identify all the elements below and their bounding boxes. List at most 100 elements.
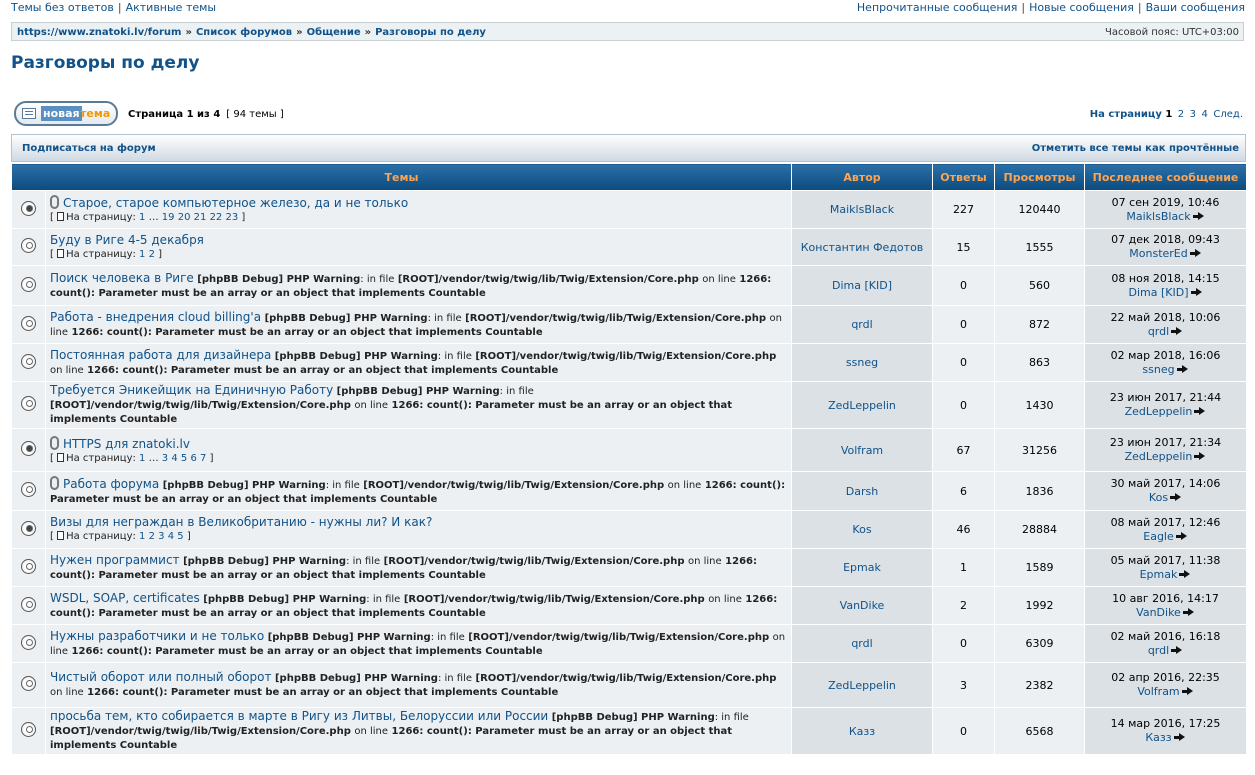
- breadcrumb-current[interactable]: Разговоры по делу: [375, 27, 486, 38]
- last-post-author-link[interactable]: qrdl: [1148, 325, 1169, 338]
- goto-last-post-icon[interactable]: [1182, 607, 1195, 617]
- topic-title-link[interactable]: Работа форума: [63, 477, 159, 491]
- topic-page-link[interactable]: 19: [162, 212, 175, 223]
- author-link[interactable]: Dima [KID]: [832, 279, 892, 292]
- last-post-author-link[interactable]: ZedLeppelin: [1125, 450, 1193, 463]
- mark-all-read-link[interactable]: Отметить все темы как прочтённые: [1032, 143, 1239, 154]
- author-link[interactable]: Epmak: [843, 561, 881, 574]
- goto-last-post-icon[interactable]: [1181, 687, 1194, 696]
- last-post-author-link[interactable]: VanDike: [1136, 606, 1181, 619]
- last-post-author-link[interactable]: Epmak: [1140, 568, 1178, 581]
- author-link[interactable]: ZedLeppelin: [828, 399, 896, 412]
- last-post-author-link[interactable]: Volfram: [1137, 685, 1179, 698]
- author-link[interactable]: Darsh: [846, 485, 878, 498]
- breadcrumb-forum-list[interactable]: Список форумов: [196, 27, 292, 38]
- unread-posts-link[interactable]: Непрочитанные сообщения: [857, 1, 1017, 14]
- new-posts-link[interactable]: Новые сообщения: [1029, 1, 1134, 14]
- topic-page-link[interactable]: 1: [139, 249, 145, 260]
- pagination-label[interactable]: На страницу: [1090, 109, 1162, 120]
- goto-last-post-icon[interactable]: [1173, 733, 1186, 742]
- topic-title-link[interactable]: просьба тем, кто собирается в марте в Ри…: [50, 709, 548, 723]
- topic-page-link[interactable]: 22: [210, 212, 223, 223]
- topic-page-link[interactable]: 1: [139, 453, 145, 464]
- topic-page-link[interactable]: 23: [225, 212, 238, 223]
- topic-title-link[interactable]: Визы для неграждан в Великобританию - ну…: [50, 515, 432, 529]
- last-post-author-link[interactable]: ZedLeppelin: [1125, 405, 1193, 418]
- topic-title-link[interactable]: Постоянная работа для дизайнера: [50, 348, 271, 362]
- author-link[interactable]: qrdl: [851, 637, 872, 650]
- author-link[interactable]: ssneg: [846, 356, 878, 369]
- goto-last-post-icon[interactable]: [1194, 452, 1206, 461]
- topic-title-link[interactable]: Требуется Эникейщик на Единичную Работу: [50, 383, 333, 397]
- topic-page-link[interactable]: 2: [149, 249, 155, 260]
- last-post-author-link[interactable]: Kos: [1149, 491, 1168, 504]
- last-post-author-link[interactable]: ssneg: [1142, 363, 1174, 376]
- topic-page-link[interactable]: 3: [158, 531, 164, 542]
- author-link[interactable]: Константин Федотов: [801, 241, 924, 254]
- topic-title-link[interactable]: Нужны разработчики и не только: [50, 629, 264, 643]
- goto-last-post-icon[interactable]: [1170, 493, 1182, 502]
- topic-page-link[interactable]: 2: [149, 531, 155, 542]
- new-topic-button[interactable]: новая тема: [14, 101, 118, 126]
- topic-title-link[interactable]: Поиск человека в Риге: [50, 271, 194, 285]
- topic-page-link[interactable]: 5: [177, 531, 183, 542]
- topic-title-link[interactable]: Буду в Риге 4-5 декабря: [50, 233, 204, 247]
- topic-page-link[interactable]: 1: [139, 531, 145, 542]
- goto-last-post-icon[interactable]: [1171, 645, 1183, 655]
- author-link[interactable]: VanDike: [840, 599, 885, 612]
- topic-pagination: [ На страницу: 1 2 3 4 5 ]: [50, 531, 191, 542]
- pagination-page-4[interactable]: 4: [1200, 109, 1208, 120]
- topic-page-link[interactable]: 1: [139, 212, 145, 223]
- goto-last-post-icon[interactable]: [1175, 531, 1188, 541]
- goto-last-post-icon[interactable]: [1189, 249, 1202, 258]
- topic-title-link[interactable]: WSDL, SOAP, certificates: [50, 591, 200, 605]
- author-link[interactable]: Kos: [852, 523, 871, 536]
- goto-last-post-icon[interactable]: [1176, 364, 1189, 374]
- last-post-author-link[interactable]: Dima [KID]: [1129, 286, 1189, 299]
- topic-page-link[interactable]: 20: [178, 212, 191, 223]
- last-post-author-link[interactable]: qrdl: [1148, 644, 1169, 657]
- author-link[interactable]: MaiklsBlack: [830, 203, 894, 216]
- topic-title-link[interactable]: HTTPS для znatoki.lv: [63, 437, 190, 451]
- topics-table: Темы Автор Ответы Просмотры Последнее со…: [11, 163, 1247, 755]
- goto-last-post-icon[interactable]: [1192, 211, 1205, 221]
- goto-last-post-icon[interactable]: [1179, 569, 1191, 579]
- last-post-author-link[interactable]: Eagle: [1143, 530, 1174, 543]
- pagination-page-3[interactable]: 3: [1188, 109, 1196, 120]
- topic-title-link[interactable]: Старое, старое компьютерное железо, да и…: [63, 196, 408, 210]
- author-link[interactable]: Казз: [849, 725, 875, 738]
- last-post-author-link[interactable]: Казз: [1145, 731, 1171, 744]
- subscribe-forum-link[interactable]: Подписаться на форум: [22, 143, 156, 154]
- new-topic-icon: [22, 108, 36, 119]
- goto-last-post-icon[interactable]: [1194, 407, 1206, 416]
- topic-title-link[interactable]: Работа - внедрения cloud billing'а: [50, 310, 261, 324]
- replies-cell: 0: [932, 381, 995, 429]
- pagination-page-2[interactable]: 2: [1176, 109, 1184, 120]
- topic-title-link[interactable]: Нужен программист: [50, 553, 180, 567]
- topic-page-link[interactable]: 4: [168, 531, 174, 542]
- goto-last-post-icon[interactable]: [1171, 326, 1183, 336]
- views-cell: 6568: [994, 707, 1085, 755]
- last-post-cell: 08 май 2017, 12:46 Eagle: [1084, 510, 1247, 549]
- breadcrumb-site[interactable]: https://www.znatoki.lv/forum: [17, 27, 181, 38]
- pagination-next[interactable]: След.: [1211, 109, 1243, 120]
- unanswered-topics-link[interactable]: Темы без ответов: [11, 1, 114, 14]
- author-link[interactable]: qrdl: [851, 318, 872, 331]
- topic-page-link[interactable]: 5: [181, 453, 187, 464]
- breadcrumb-general[interactable]: Общение: [307, 27, 361, 38]
- topic-title-link[interactable]: Чистый оборот или полный оборот: [50, 670, 271, 684]
- page-title[interactable]: Разговоры по делу: [11, 53, 199, 73]
- topic-page-link[interactable]: 21: [194, 212, 207, 223]
- topic-page-link[interactable]: 4: [171, 453, 177, 464]
- author-link[interactable]: Volfram: [841, 444, 883, 457]
- author-cell: Константин Федотов: [791, 228, 933, 266]
- active-topics-link[interactable]: Активные темы: [126, 1, 217, 14]
- topic-page-link[interactable]: 7: [200, 453, 206, 464]
- author-link[interactable]: ZedLeppelin: [828, 679, 896, 692]
- last-post-author-link[interactable]: MaiklsBlack: [1126, 210, 1190, 223]
- your-posts-link[interactable]: Ваши сообщения: [1146, 1, 1245, 14]
- goto-last-post-icon[interactable]: [1190, 287, 1203, 297]
- topic-page-link[interactable]: 6: [190, 453, 196, 464]
- topic-page-link[interactable]: 3: [162, 453, 168, 464]
- last-post-author-link[interactable]: MonsterEd: [1129, 247, 1187, 260]
